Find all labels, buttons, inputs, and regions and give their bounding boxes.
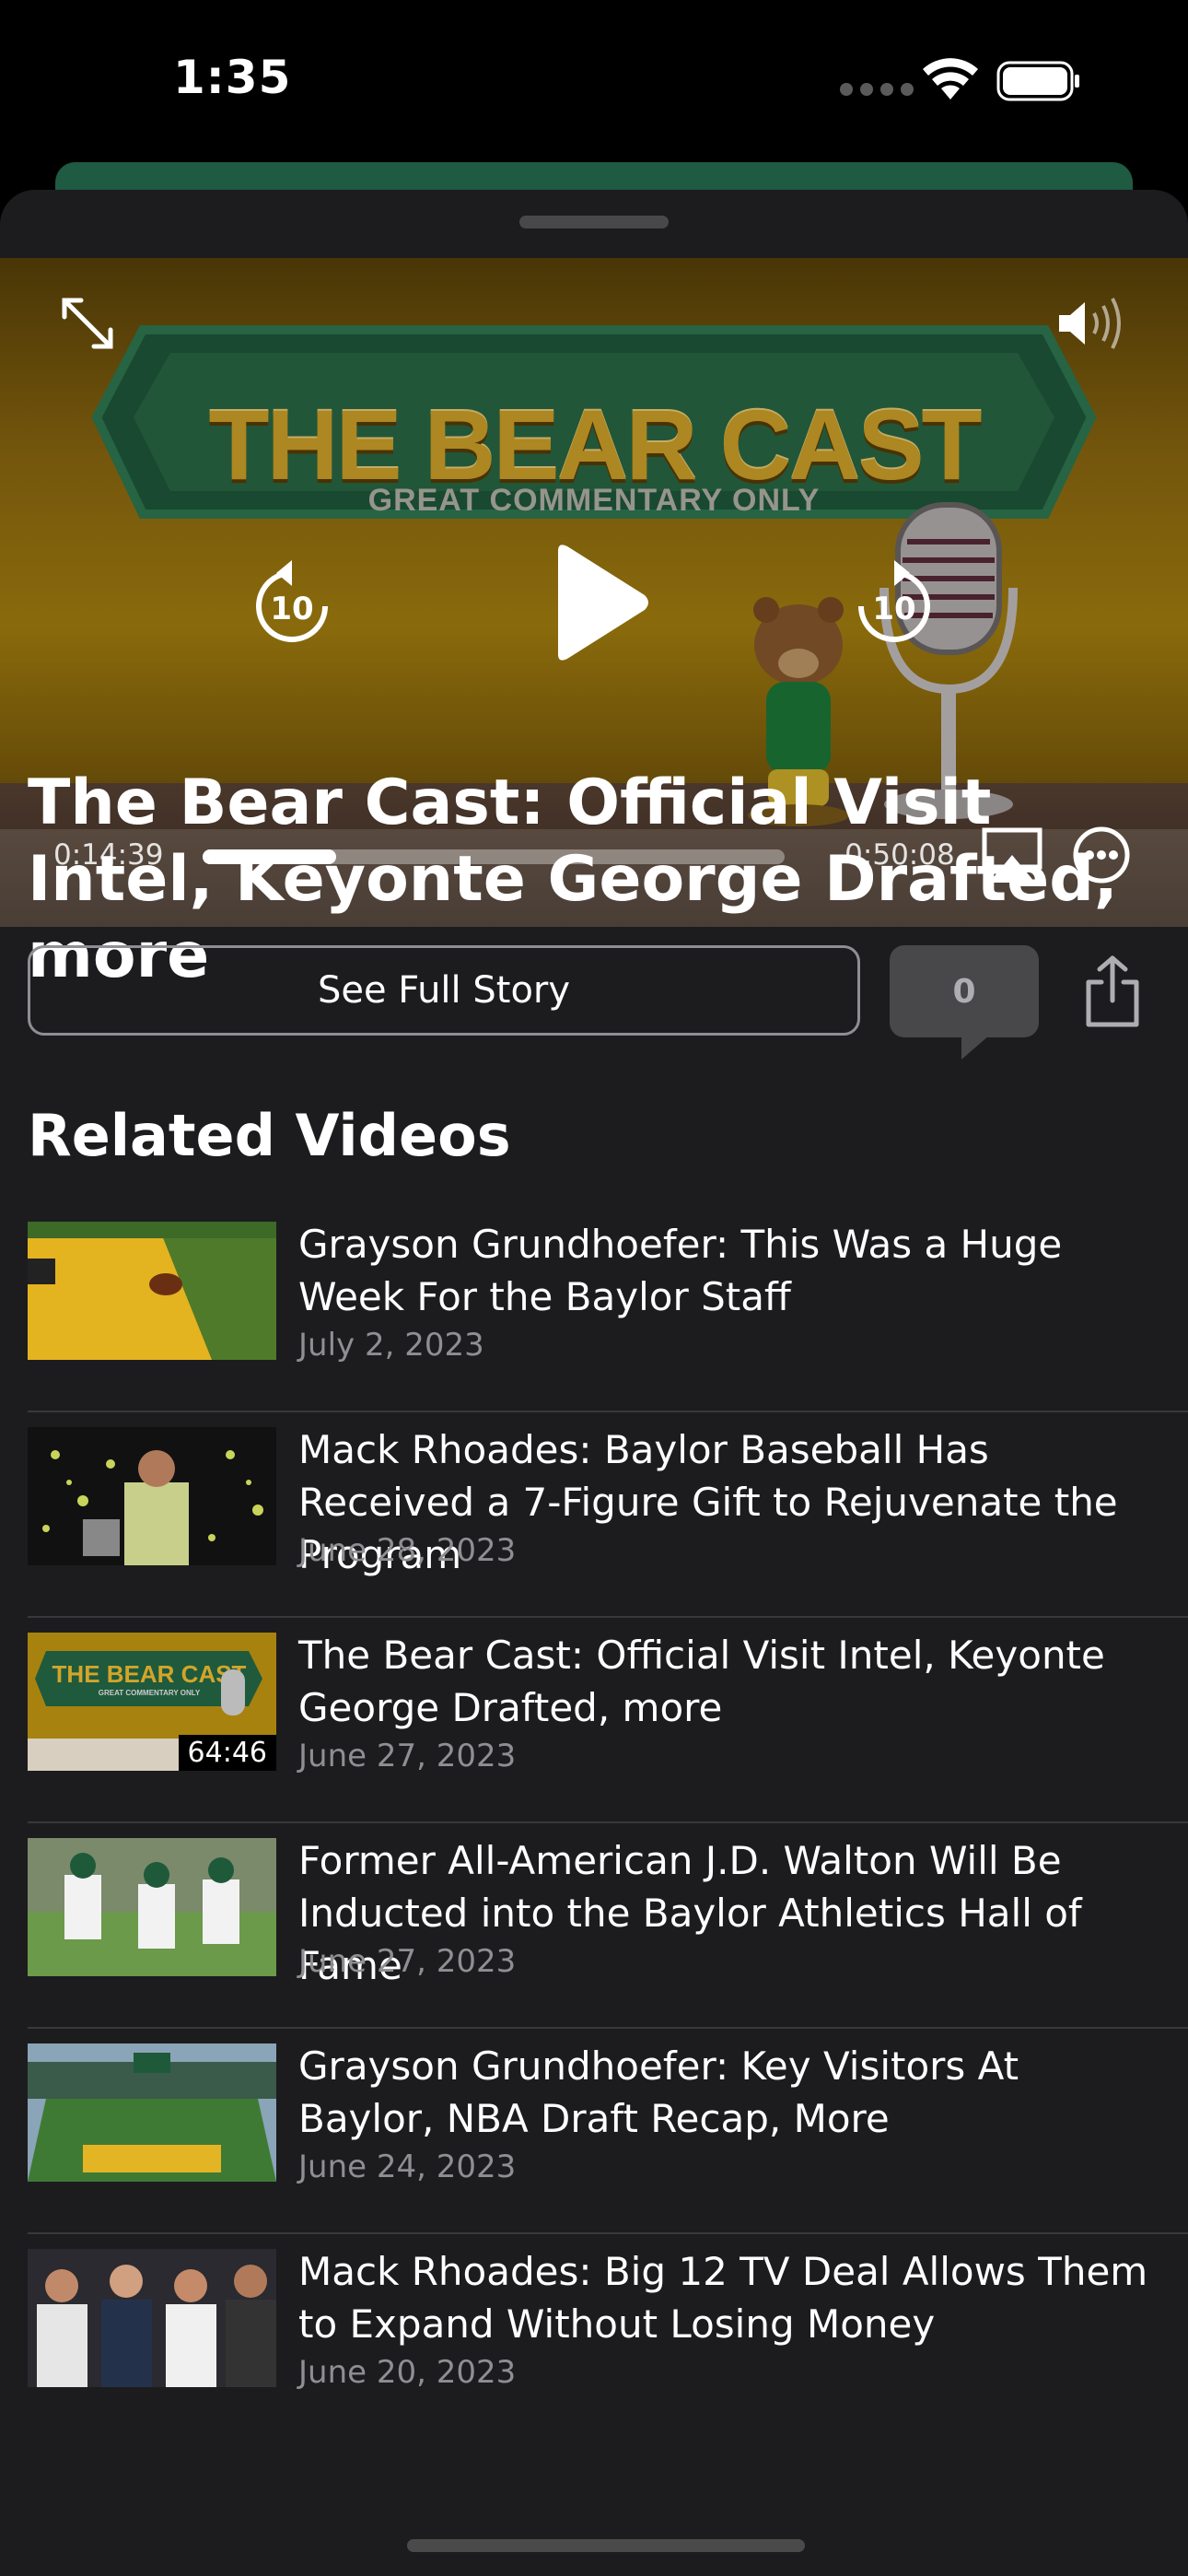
related-video-row[interactable]: THE BEAR CAST GREAT COMMENTARY ONLY 64:46 T…	[0, 1618, 1188, 1823]
related-video-date: June 28, 2023	[298, 1532, 517, 1569]
related-videos-heading: Related Videos	[28, 1102, 511, 1169]
related-video-row[interactable]: Former All-American J.D. Walton Will Be …	[0, 1823, 1188, 2029]
related-video-title[interactable]: Mack Rhoades: Big 12 TV Deal Allows Them…	[298, 2245, 1164, 2350]
svg-text:GREAT COMMENTARY ONLY: GREAT COMMENTARY ONLY	[99, 1689, 201, 1697]
related-video-date: June 27, 2023	[298, 1943, 517, 1980]
related-video-row[interactable]: Grayson Grundhoefer: This Was a Huge Wee…	[0, 1207, 1188, 1412]
video-thumbnail[interactable]: THE BEAR CAST GREAT COMMENTARY ONLY 64:46	[28, 1633, 276, 1771]
related-video-title[interactable]: Grayson Grundhoefer: Key Visitors At Bay…	[298, 2040, 1164, 2145]
wifi-icon	[923, 58, 978, 100]
video-duration-badge: 64:46	[178, 1735, 276, 1771]
related-videos-list: Grayson Grundhoefer: This Was a Huge Wee…	[0, 1207, 1188, 2440]
related-video-date: June 24, 2023	[298, 2149, 517, 2185]
related-video-row[interactable]: Grayson Grundhoefer: Key Visitors At Bay…	[0, 2029, 1188, 2234]
video-thumbnail[interactable]	[28, 1427, 276, 1565]
status-bar: 1:35	[0, 0, 1188, 157]
video-thumbnail[interactable]	[28, 1222, 276, 1360]
status-time: 1:35	[173, 51, 292, 104]
home-indicator[interactable]	[407, 2539, 805, 2552]
see-full-story-button[interactable]: See Full Story	[28, 945, 860, 1036]
expand-icon[interactable]	[59, 295, 116, 352]
skip-forward-label: 10	[872, 591, 915, 627]
skip-forward-10-icon[interactable]: 10	[853, 558, 936, 647]
play-icon[interactable]	[543, 538, 654, 667]
related-video-title[interactable]: The Bear Cast: Official Visit Intel, Key…	[298, 1629, 1164, 1734]
battery-icon	[996, 61, 1079, 101]
comment-bubble-tail	[961, 1036, 989, 1060]
svg-text:THE BEAR CAST: THE BEAR CAST	[52, 1660, 247, 1688]
related-video-row[interactable]: Mack Rhoades: Baylor Baseball Has Receiv…	[0, 1412, 1188, 1618]
volume-icon[interactable]	[1055, 295, 1129, 352]
related-video-title[interactable]: Grayson Grundhoefer: This Was a Huge Wee…	[298, 1218, 1164, 1323]
related-video-row[interactable]: Mack Rhoades: Big 12 TV Deal Allows Them…	[0, 2234, 1188, 2440]
comments-button[interactable]: 0	[890, 945, 1039, 1037]
video-thumbnail[interactable]	[28, 1838, 276, 1976]
related-video-date: June 27, 2023	[298, 1738, 517, 1774]
skip-back-label: 10	[270, 591, 313, 627]
share-icon[interactable]	[1083, 954, 1142, 1028]
cellular-signal-icon	[840, 83, 914, 96]
sheet-grabber[interactable]	[519, 216, 669, 228]
video-thumbnail[interactable]	[28, 2043, 276, 2182]
related-video-date: June 20, 2023	[298, 2354, 517, 2391]
related-video-date: July 2, 2023	[298, 1327, 484, 1364]
skip-back-10-icon[interactable]: 10	[250, 558, 333, 647]
video-thumbnail[interactable]	[28, 2249, 276, 2387]
